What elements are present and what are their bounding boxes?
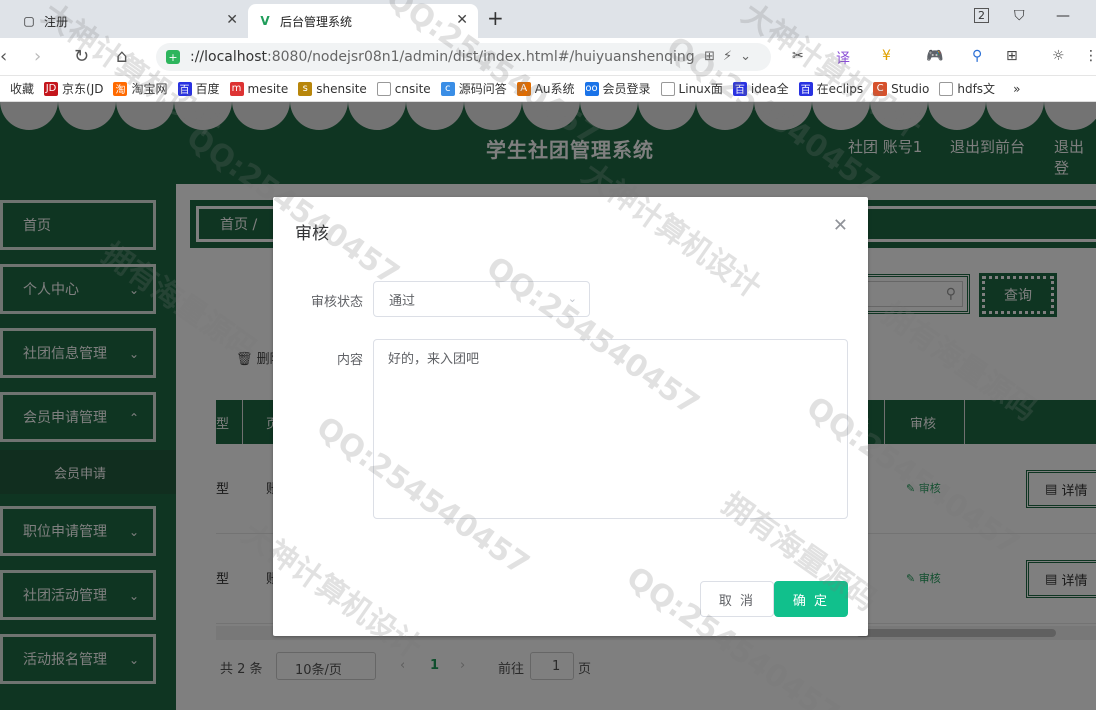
bookmark-item[interactable]: C Studio [873, 81, 930, 96]
bookmark-item[interactable]: oo 会员登录 [584, 80, 651, 97]
studio-icon: C [873, 81, 888, 96]
bookmark-item[interactable]: m mesite [229, 81, 289, 96]
game-icon[interactable]: 🎮 [926, 48, 943, 64]
url-text: ://localhost:8080/nodejsr08n1/admin/dist… [190, 49, 695, 65]
page-icon [939, 81, 954, 96]
page-icon [376, 81, 391, 96]
bookmark-item[interactable]: s shensite [298, 81, 367, 96]
bookmark-item[interactable]: 百百度 [177, 80, 220, 97]
bookmark-item[interactable]: Linux面 [660, 80, 723, 97]
bookmark-item[interactable]: hdfs文 [939, 80, 995, 97]
mesite-icon: m [229, 81, 244, 96]
baidu-icon: 百 [798, 81, 813, 96]
url-path: :8080/nodejsr08n1/admin/dist/index.html#… [267, 49, 695, 65]
bookmark-label: shensite [316, 81, 367, 96]
content-label: 内容 [336, 353, 363, 368]
address-bar: ‹ › ↻ ⌂ + ://localhost:8080/nodejsr08n1/… [0, 38, 1096, 76]
tab-count-badge[interactable]: 2 [974, 8, 989, 23]
close-icon[interactable]: ✕ [456, 12, 468, 28]
code-icon: c [440, 81, 455, 96]
reload-icon[interactable]: ↻ [74, 46, 89, 67]
au-icon: A [516, 81, 531, 96]
bookmark-label: 淘宝网 [131, 82, 168, 96]
browser-tab-admin[interactable]: V 后台管理系统 ✕ [248, 4, 478, 38]
bookmark-label: 会员登录 [602, 82, 651, 96]
brightness-icon[interactable]: ☼ [1052, 48, 1065, 64]
bookmark-item[interactable]: cnsite [376, 81, 431, 96]
browser-tab-bar: ▢ 注册 ✕ V 后台管理系统 ✕ + 2 ⛉ — [0, 0, 1096, 38]
bookmarks-bar: 收藏 JD 京东(JD 淘淘宝网 百百度 m mesite s shensite cn… [0, 76, 1096, 102]
url-field[interactable]: + ://localhost:8080/nodejsr08n1/admin/di… [156, 43, 771, 71]
bookmark-item[interactable]: 百在eclips [798, 80, 864, 97]
baidu-icon: 百 [177, 81, 192, 96]
page-icon [660, 81, 675, 96]
bookmark-item[interactable]: c 源码问答 [440, 80, 507, 97]
status-value: 通过 [389, 293, 416, 309]
bookmark-label: 百度 [195, 82, 220, 96]
url-host: ://localhost [190, 49, 267, 65]
chevron-down-icon: ⌄ [567, 292, 577, 305]
vue-logo-icon: V [260, 14, 270, 28]
bookmark-item[interactable]: JD 京东(JD [44, 80, 103, 97]
tab-title: 后台管理系统 [280, 14, 353, 29]
more-icon[interactable]: ⋮ [1084, 48, 1096, 64]
bookmark-label: mesite [247, 81, 289, 96]
shensite-icon: s [298, 81, 313, 96]
confirm-button[interactable]: 确 定 [774, 581, 848, 617]
baidu-icon: 百 [732, 81, 747, 96]
taobao-icon: 淘 [113, 81, 128, 96]
bookmark-label: cnsite [394, 81, 431, 96]
coin-icon[interactable]: ¥ [882, 48, 891, 64]
grid-icon[interactable]: ⊞ [1006, 48, 1018, 64]
content-textarea[interactable]: 好的，来入团吧 [373, 339, 848, 519]
close-icon[interactable]: ✕ [833, 215, 848, 236]
browser-tab-register[interactable]: ▢ 注册 ✕ [12, 4, 248, 38]
page-icon: ▢ [23, 14, 35, 28]
close-icon[interactable]: ✕ [226, 12, 238, 28]
audit-dialog: 审核 ✕ 审核状态 通过 ⌄ 内容 好的，来入团吧 取 消 确 定 [273, 197, 868, 636]
bookmark-label: 源码问答 [458, 82, 507, 96]
translate-icon[interactable]: 译 [836, 48, 850, 68]
shirt-icon[interactable]: ⛉ [1014, 8, 1025, 24]
bookmark-item[interactable]: A Au系统 [516, 80, 575, 97]
bookmark-label: 收藏 [10, 82, 35, 96]
back-icon[interactable]: ‹ [0, 46, 7, 67]
bookmark-item[interactable]: 百 idea全 [732, 80, 789, 97]
more-bookmarks-icon[interactable]: » [1013, 82, 1020, 96]
forward-icon[interactable]: › [34, 46, 41, 67]
tab-title: 注册 [44, 14, 69, 29]
jd-icon: JD [44, 81, 59, 96]
status-label: 审核状态 [310, 295, 363, 310]
scissors-icon[interactable]: ✂ [792, 48, 804, 64]
minimize-icon[interactable]: — [1056, 8, 1070, 24]
bookmark-label: idea全 [750, 82, 789, 96]
bookmark-item[interactable]: 收藏 [10, 80, 34, 97]
bookmark-item[interactable]: 淘淘宝网 [113, 80, 168, 97]
secure-shield-icon: + [166, 50, 180, 64]
bookmark-label: 在eclips [816, 82, 864, 96]
search-icon[interactable]: ⚲ [972, 48, 982, 64]
bookmark-label: Au系统 [534, 82, 575, 96]
member-icon: oo [584, 81, 599, 96]
status-select[interactable]: 通过 ⌄ [373, 281, 590, 317]
url-actions[interactable]: ⊞⚡⌄ [704, 49, 759, 64]
bookmark-label: hdfs文 [957, 82, 996, 96]
bookmark-label: Linux面 [678, 82, 723, 96]
bookmark-label: Studio [891, 81, 930, 96]
bookmark-label: 京东(JD [62, 82, 104, 96]
cancel-button[interactable]: 取 消 [700, 581, 774, 617]
home-icon[interactable]: ⌂ [116, 46, 127, 67]
dialog-title: 审核 [295, 224, 329, 244]
new-tab-icon[interactable]: + [487, 6, 504, 30]
